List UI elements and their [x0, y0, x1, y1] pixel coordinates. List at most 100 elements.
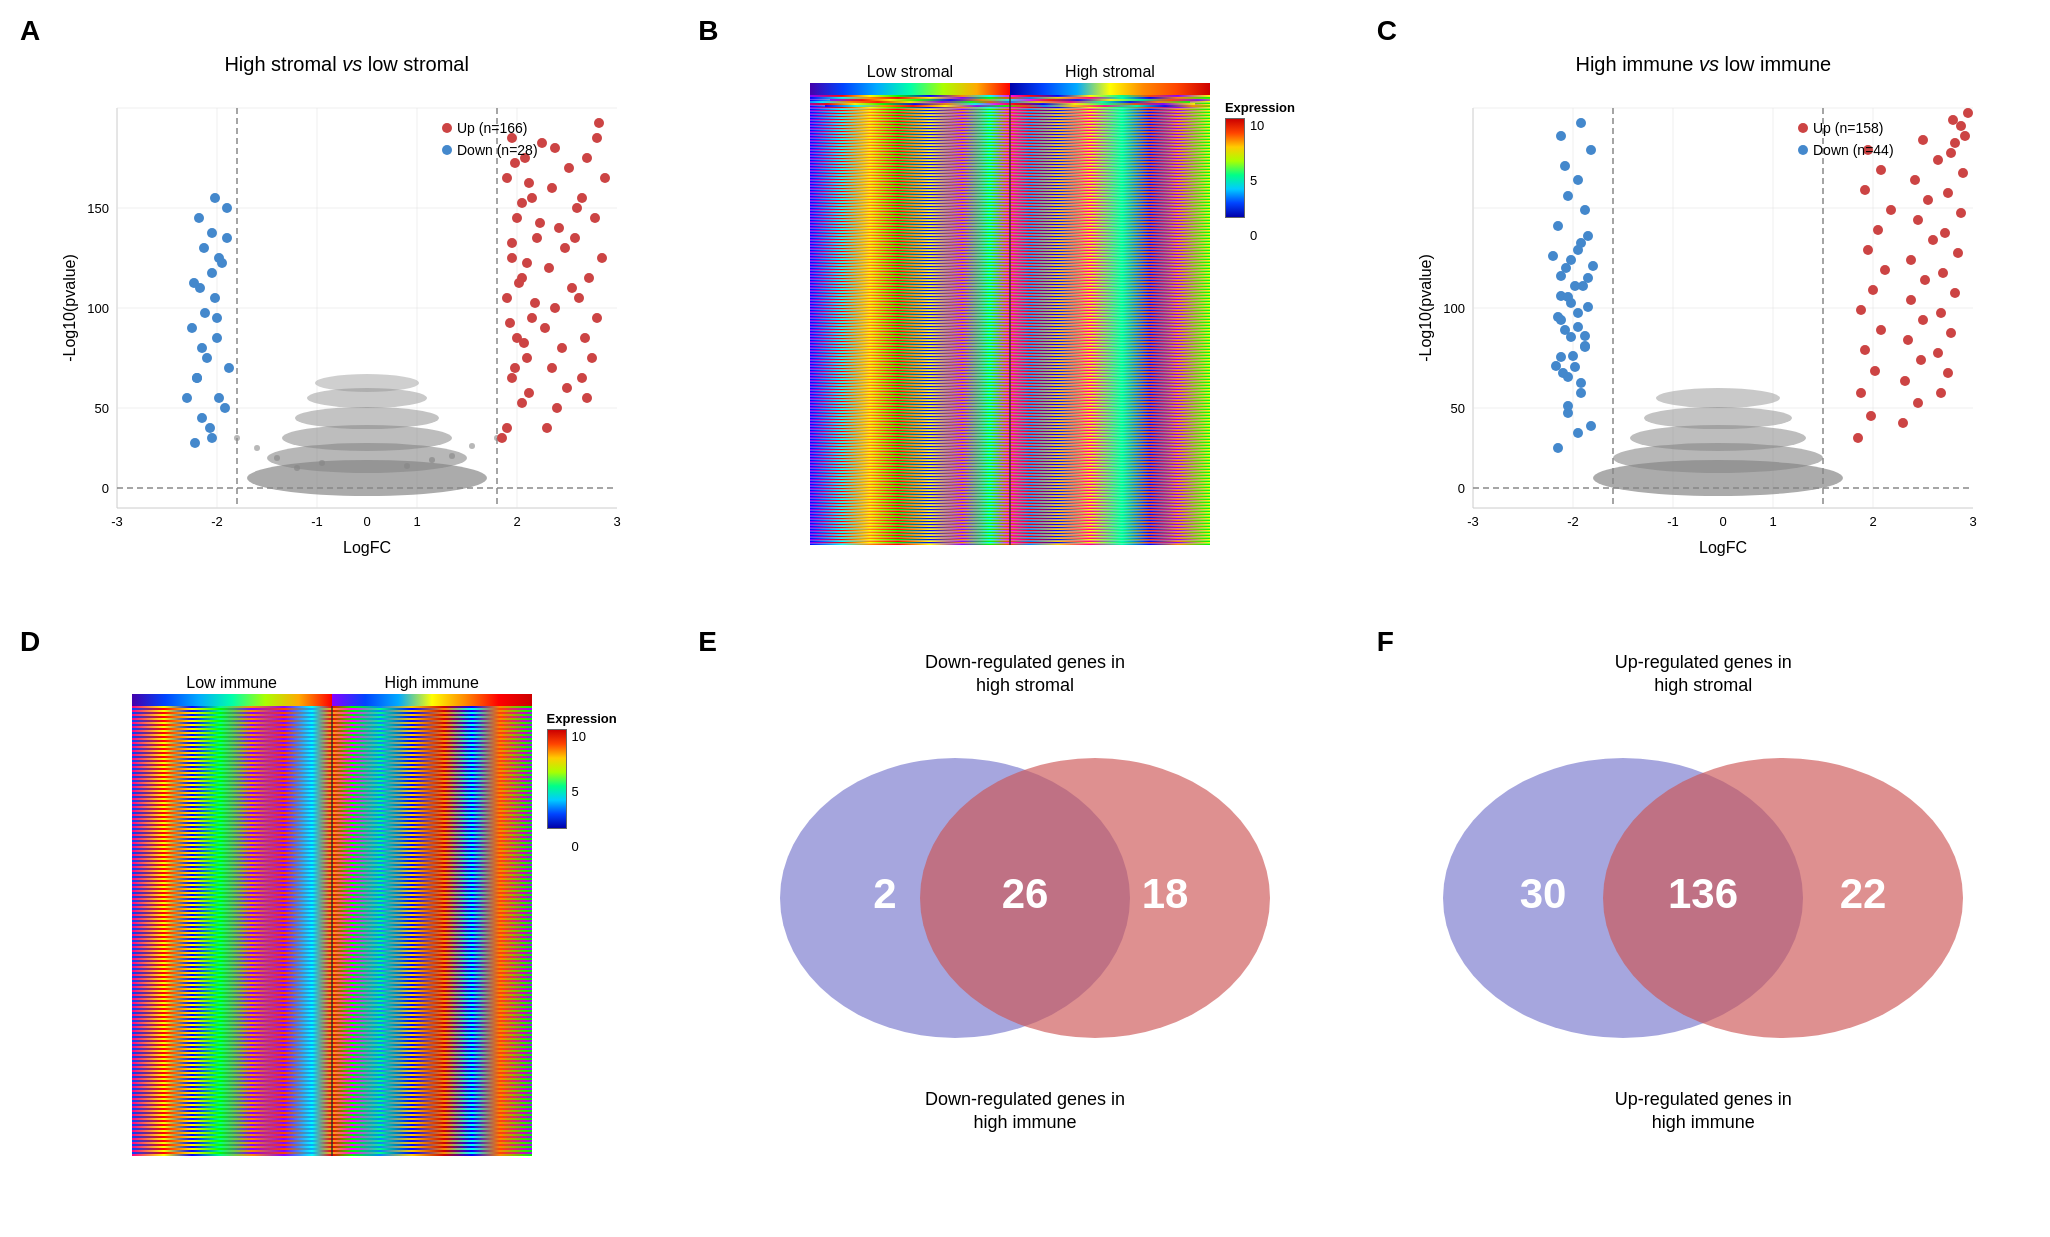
- svg-point-216: [1860, 345, 1870, 355]
- svg-point-258: [1948, 115, 1958, 125]
- svg-point-60: [197, 343, 207, 353]
- svg-point-107: [560, 243, 570, 253]
- svg-text:150: 150: [87, 201, 109, 216]
- svg-point-29: [315, 374, 419, 392]
- svg-text:-1: -1: [1668, 514, 1680, 529]
- col1-label-d: Low immune: [132, 674, 332, 692]
- panel-e-bottom-title: Down-regulated genes inhigh immune: [925, 1088, 1125, 1135]
- volcano-a: -Log10(pvalue) LogFC 0 50 100 150 -3 -2 …: [57, 78, 637, 578]
- svg-point-105: [567, 283, 577, 293]
- svg-point-215: [1870, 366, 1880, 376]
- svg-point-101: [547, 363, 557, 373]
- svg-text:-Log10(pvalue): -Log10(pvalue): [1417, 254, 1434, 362]
- svg-point-99: [552, 403, 562, 413]
- svg-point-166: [1656, 388, 1780, 408]
- svg-point-240: [1923, 195, 1933, 205]
- svg-point-73: [527, 313, 537, 323]
- panel-c-label: C: [1377, 15, 1397, 47]
- svg-point-65: [194, 213, 204, 223]
- svg-point-180: [1586, 421, 1596, 431]
- svg-point-41: [197, 413, 207, 423]
- panel-b-label: B: [698, 15, 718, 47]
- svg-point-233: [1903, 335, 1913, 345]
- svg-point-58: [190, 438, 200, 448]
- svg-point-115: [587, 353, 597, 363]
- panel-c: C High immune vs low immune: [1367, 10, 2040, 616]
- legend-down-label-a: Down (n=28): [457, 142, 538, 158]
- expression-legend-b: Expression 10 5 0: [1225, 100, 1295, 218]
- svg-point-48: [210, 293, 220, 303]
- svg-point-110: [547, 183, 557, 193]
- svg-point-227: [1956, 121, 1966, 131]
- svg-point-116: [580, 333, 590, 343]
- volcano-c-svg: -Log10(pvalue) LogFC 0 50 100 -3 -2 -1 0…: [1413, 78, 1993, 578]
- svg-point-62: [189, 278, 199, 288]
- svg-point-194: [1573, 175, 1583, 185]
- panel-e: E Down-regulated genes inhigh stromal 2 …: [688, 621, 1361, 1227]
- svg-point-212: [1853, 433, 1863, 443]
- svg-point-181: [1563, 401, 1573, 411]
- svg-point-94: [517, 198, 527, 208]
- svg-rect-134: [810, 103, 1195, 105]
- venn-e-right-num: 18: [1142, 870, 1189, 917]
- svg-point-53: [222, 233, 232, 243]
- svg-point-57: [205, 423, 215, 433]
- svg-point-219: [1868, 285, 1878, 295]
- svg-point-92: [507, 238, 517, 248]
- heatmap-d: Low immune High immune: [72, 669, 622, 1179]
- svg-point-242: [1933, 155, 1943, 165]
- svg-point-100: [562, 383, 572, 393]
- svg-point-61: [212, 313, 222, 323]
- svg-point-106: [544, 263, 554, 273]
- svg-point-198: [1576, 118, 1586, 128]
- svg-point-113: [582, 393, 592, 403]
- venn-e-left-num: 2: [873, 870, 896, 917]
- svg-point-85: [524, 388, 534, 398]
- legend-up-label-a: Up (n=166): [457, 120, 527, 136]
- svg-point-244: [1936, 388, 1946, 398]
- svg-point-213: [1866, 411, 1876, 421]
- svg-point-192: [1580, 205, 1590, 215]
- svg-text:-1: -1: [311, 514, 323, 529]
- panel-b: B Low stromal High stromal: [688, 10, 1361, 616]
- svg-point-247: [1946, 328, 1956, 338]
- legend-up-dot-a: [442, 123, 452, 133]
- svg-text:-3: -3: [111, 514, 123, 529]
- svg-point-229: [1898, 418, 1908, 428]
- svg-point-90: [514, 278, 524, 288]
- svg-text:0: 0: [1458, 481, 1465, 496]
- svg-point-68: [502, 423, 512, 433]
- svg-rect-132: [830, 99, 1210, 101]
- panel-c-title: High immune vs low immune: [1575, 53, 1831, 76]
- svg-text:0: 0: [363, 514, 370, 529]
- svg-point-66: [222, 203, 232, 213]
- svg-text:50: 50: [94, 401, 108, 416]
- svg-point-91: [522, 258, 532, 268]
- svg-point-249: [1950, 288, 1960, 298]
- svg-point-77: [532, 233, 542, 243]
- svg-point-108: [554, 223, 564, 233]
- svg-point-254: [1943, 188, 1953, 198]
- svg-point-121: [570, 233, 580, 243]
- panel-d-label: D: [20, 626, 40, 658]
- svg-point-221: [1863, 245, 1873, 255]
- svg-point-84: [497, 433, 507, 443]
- svg-point-217: [1876, 325, 1886, 335]
- panel-a-label: A: [20, 15, 40, 47]
- venn-f-svg: 30 136 22: [1423, 703, 1983, 1083]
- svg-point-245: [1943, 368, 1953, 378]
- svg-point-262: [1798, 145, 1808, 155]
- svg-point-253: [1956, 208, 1966, 218]
- heatmap-d-svg: [132, 706, 532, 1156]
- svg-point-182: [1576, 378, 1586, 388]
- svg-rect-133: [810, 101, 1190, 103]
- svg-point-96: [510, 158, 520, 168]
- svg-point-228: [1950, 138, 1960, 148]
- red-dots-a: [497, 118, 610, 443]
- svg-point-255: [1958, 168, 1968, 178]
- svg-point-95: [524, 178, 534, 188]
- venn-f-right-num: 22: [1840, 870, 1887, 917]
- svg-point-230: [1913, 398, 1923, 408]
- svg-text:-3: -3: [1468, 514, 1480, 529]
- panel-f-top-title: Up-regulated genes inhigh stromal: [1615, 651, 1792, 698]
